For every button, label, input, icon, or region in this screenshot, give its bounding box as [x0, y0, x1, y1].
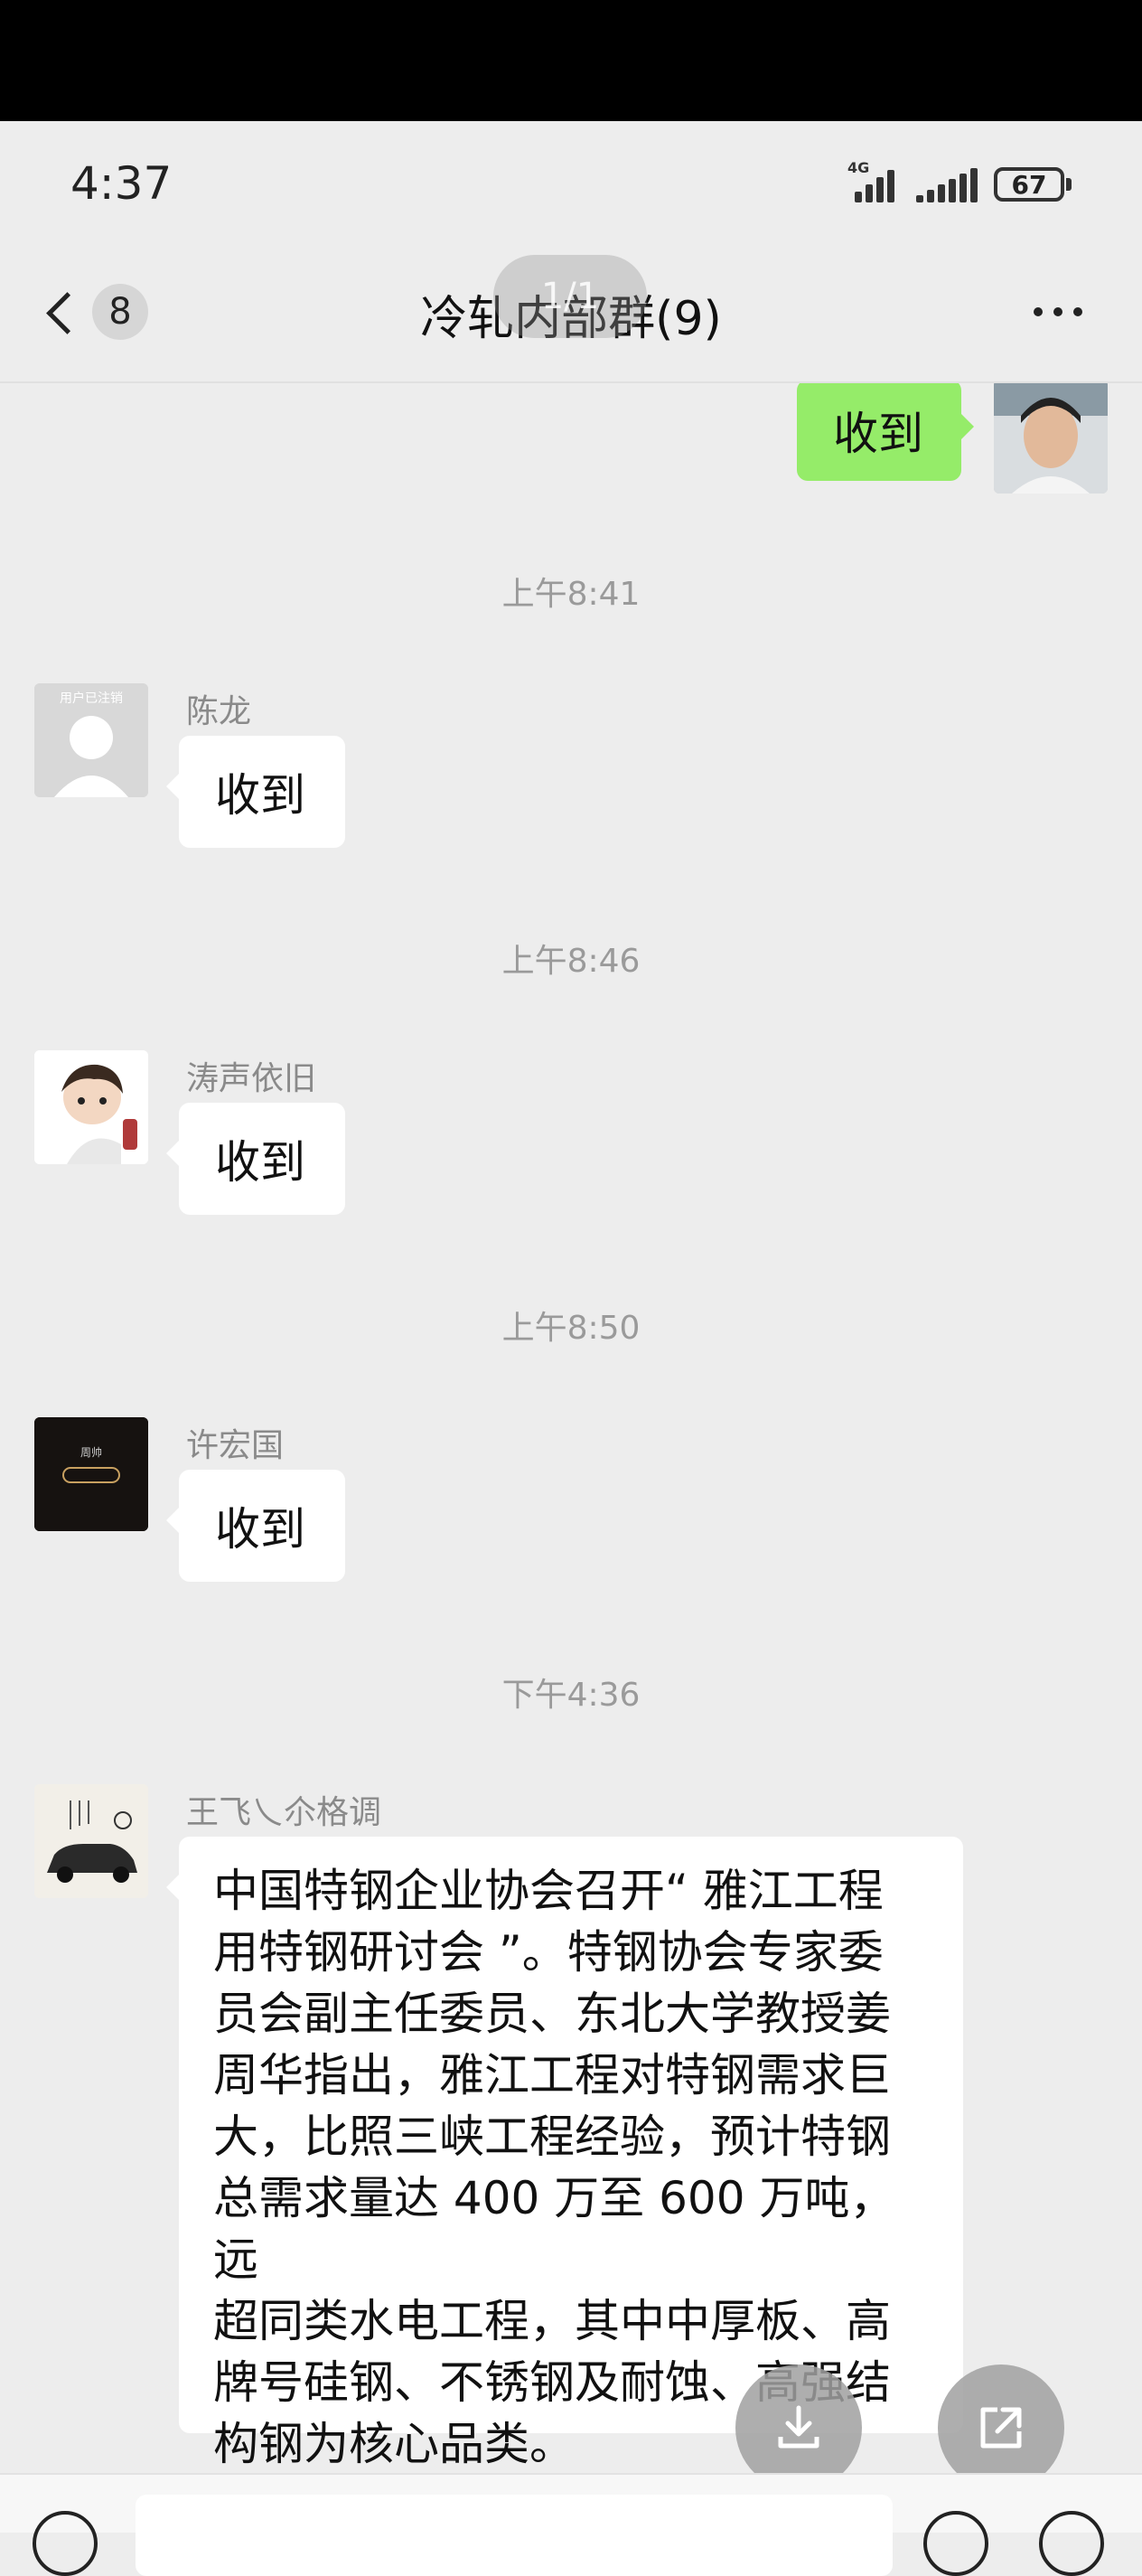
download-button[interactable]	[735, 2364, 862, 2491]
message-list[interactable]: 收到 上午8:41 用户已注销 陈龙 收到 上午8:46 涛声依旧 收到 上午8…	[0, 383, 1142, 2471]
message-text: 收到	[215, 769, 305, 822]
message-line: 员会副主任委员、东北大学教授姜	[213, 1988, 891, 2040]
share-button[interactable]	[938, 2364, 1064, 2491]
message-bubble-incoming[interactable]: 收到	[166, 736, 345, 848]
cartoon-boy-icon	[34, 1050, 148, 1164]
status-icons: 4G 67	[847, 159, 1072, 204]
car-artwork-icon	[34, 1784, 148, 1898]
sender-name: 陈龙	[186, 693, 252, 730]
avatar-caption: 周帅	[80, 1446, 102, 1459]
message-text: 收到	[215, 1503, 305, 1556]
avatar-caption: 用户已注销	[60, 691, 123, 706]
message-line: 总需求量达 400 万至 600 万吨，远	[213, 2172, 895, 2286]
message-timestamp: 上午8:46	[501, 943, 641, 980]
message-line: 超同类水电工程，其中中厚板、高	[213, 2295, 891, 2347]
share-icon	[980, 2407, 1022, 2449]
message-line: 大，比照三峡工程经验，预计特钢	[213, 2111, 891, 2163]
input-toolbar	[0, 2473, 1142, 2576]
battery-icon: 67	[994, 167, 1072, 202]
download-icon	[778, 2405, 819, 2449]
message-input[interactable]	[136, 2495, 893, 2576]
message-line: 用特钢研讨会 ”。特钢协会专家委	[213, 1926, 884, 1979]
avatar-car[interactable]	[34, 1784, 148, 1898]
avatar-dark[interactable]: 周帅	[34, 1417, 148, 1531]
avatar-deleted-user[interactable]: 用户已注销	[34, 683, 148, 797]
emoji-icon[interactable]	[923, 2511, 988, 2576]
signal-icon	[914, 165, 981, 204]
message-line: 中国特钢企业协会召开“ 雅江工程	[213, 1865, 884, 1917]
person-photo-icon	[994, 383, 1108, 494]
battery-level: 67	[994, 167, 1064, 202]
chat-header: 8 冷轧内部群(9) 1/1	[0, 248, 1142, 383]
signal-4g-icon: 4G	[847, 159, 902, 204]
message-timestamp: 下午4:36	[501, 1677, 641, 1714]
network-type-label: 4G	[847, 159, 870, 176]
sender-name: 涛声依旧	[186, 1060, 317, 1097]
voice-icon[interactable]	[33, 2511, 98, 2576]
message-bubble-incoming-long[interactable]: 中国特钢企业协会召开“ 雅江工程 用特钢研讨会 ”。特钢协会专家委 员会副主任委…	[166, 1837, 963, 2470]
more-dots-icon[interactable]	[1034, 307, 1082, 316]
plus-icon[interactable]	[1039, 2511, 1104, 2576]
message-text: 收到	[833, 408, 923, 460]
top-black-bar	[0, 0, 1142, 121]
message-bubble-incoming[interactable]: 收到	[166, 1470, 345, 1582]
message-timestamp: 上午8:41	[501, 576, 641, 613]
sender-name: 王飞乀尒格调	[186, 1794, 382, 1831]
message-bubble-incoming[interactable]: 收到	[166, 1103, 345, 1215]
status-time: 4:37	[70, 157, 173, 210]
message-bubble-outgoing[interactable]: 收到	[797, 383, 974, 481]
my-avatar[interactable]	[994, 383, 1108, 494]
avatar-cartoon[interactable]	[34, 1050, 148, 1164]
sender-name: 许宏国	[186, 1427, 285, 1464]
message-text: 收到	[215, 1136, 305, 1189]
message-timestamp: 上午8:50	[501, 1310, 641, 1347]
message-line: 周华指出，雅江工程对特钢需求巨	[213, 2049, 891, 2101]
dark-brand-logo-icon	[34, 1417, 148, 1531]
image-pager-indicator: 1/1	[493, 255, 647, 338]
